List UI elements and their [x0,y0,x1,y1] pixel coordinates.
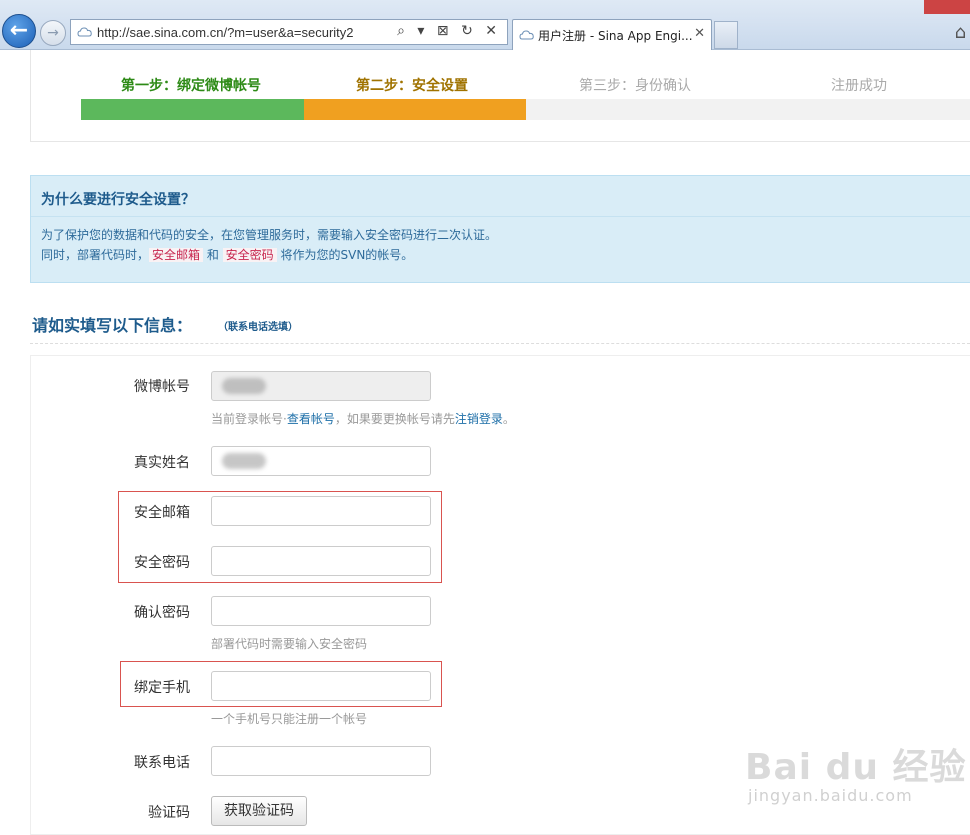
help-text: 。 [502,412,515,426]
info-text-part: 同时，部署代码时， [41,248,150,262]
cloud-icon [519,30,534,40]
help-text: 当前登录帐号· [211,412,287,426]
form-title: 请如实填写以下信息： [32,316,193,335]
registration-steps: 第一步：绑定微博帐号 第二步：安全设置 第三步：身份确认 注册成功 [30,50,970,142]
forward-button[interactable]: → [40,20,66,46]
home-icon[interactable]: ⌂ [955,22,966,43]
get-captcha-button[interactable]: 获取验证码 [211,796,307,826]
browser-chrome: ← → http://sae.sina.com.cn/?m=user&a=sec… [0,0,970,50]
real-name-input[interactable] [211,446,431,476]
redacted-value [222,453,266,469]
info-text-part: 将作为您的SVN的帐号。 [276,248,414,262]
real-name-label: 真实姓名 [134,455,190,471]
security-password-input[interactable] [211,546,431,576]
weibo-account-help: 当前登录帐号·查看帐号，如果要更换帐号请先注销登录。 [211,410,515,427]
step-2-label: 第二步：安全设置 [356,78,468,94]
progress-bar [81,99,970,120]
security-password-label: 安全密码 [134,555,190,571]
bind-phone-input[interactable] [211,671,431,701]
weibo-account-field [211,371,431,401]
confirm-password-label: 确认密码 [134,605,190,621]
view-account-link[interactable]: 查看帐号 [287,412,335,426]
captcha-label: 验证码 [148,805,190,821]
url-text: http://sae.sina.com.cn/?m=user&a=securit… [97,25,354,40]
security-info-panel: 为什么要进行安全设置？ 为了保护您的数据和代码的安全，在您管理服务时，需要输入安… [30,175,970,283]
contact-phone-input[interactable] [211,746,431,776]
back-button[interactable]: ← [2,14,36,48]
divider [31,216,970,217]
info-text-2: 同时，部署代码时， 安全邮箱 和 安全密码 将作为您的SVN的帐号。 [41,246,413,263]
security-email-label: 安全邮箱 [134,505,190,521]
close-tab-icon[interactable]: ✕ [694,26,705,41]
step-3-label: 第三步：身份确认 [579,78,691,94]
info-text-1: 为了保护您的数据和代码的安全，在您管理服务时，需要输入安全密码进行二次认证。 [41,228,498,242]
redacted-value [222,378,266,394]
weibo-account-label: 微博帐号 [134,379,190,395]
step-4-label: 注册成功 [831,78,887,94]
divider [30,343,970,344]
highlight-email: 安全邮箱 [149,248,204,262]
logout-link[interactable]: 注销登录 [455,412,503,426]
security-email-input[interactable] [211,496,431,526]
address-bar[interactable]: http://sae.sina.com.cn/?m=user&a=securit… [70,19,508,45]
confirm-password-help: 部署代码时需要输入安全密码 [211,637,368,651]
highlight-password: 安全密码 [222,248,277,262]
address-tools-icon[interactable]: ⌕ ▾ ⊠ ↻ ✕ [397,23,501,39]
info-text-part: 和 [203,248,223,262]
tab-title: 用户注册 - Sina App Engi... [538,29,693,43]
watermark-url: jingyan.baidu.com [748,786,913,805]
contact-phone-label: 联系电话 [134,755,190,771]
form-note: （联系电话选填） [218,322,298,333]
page-icon [77,27,92,37]
confirm-password-input[interactable] [211,596,431,626]
info-title: 为什么要进行安全设置？ [41,192,195,208]
new-tab-button[interactable] [714,21,738,49]
progress-step-1-done [81,99,304,120]
progress-step-2-current [304,99,526,120]
window-close-area[interactable] [924,0,970,14]
bind-phone-label: 绑定手机 [134,680,190,696]
browser-tab-active[interactable]: 用户注册 - Sina App Engi... ✕ [512,19,712,50]
help-text: ，如果要更换帐号请先 [334,412,455,426]
step-1-label: 第一步：绑定微博帐号 [121,78,261,94]
baidu-watermark-logo: Bai du 经验 [745,747,967,788]
bind-phone-help: 一个手机号只能注册一个帐号 [211,712,368,726]
